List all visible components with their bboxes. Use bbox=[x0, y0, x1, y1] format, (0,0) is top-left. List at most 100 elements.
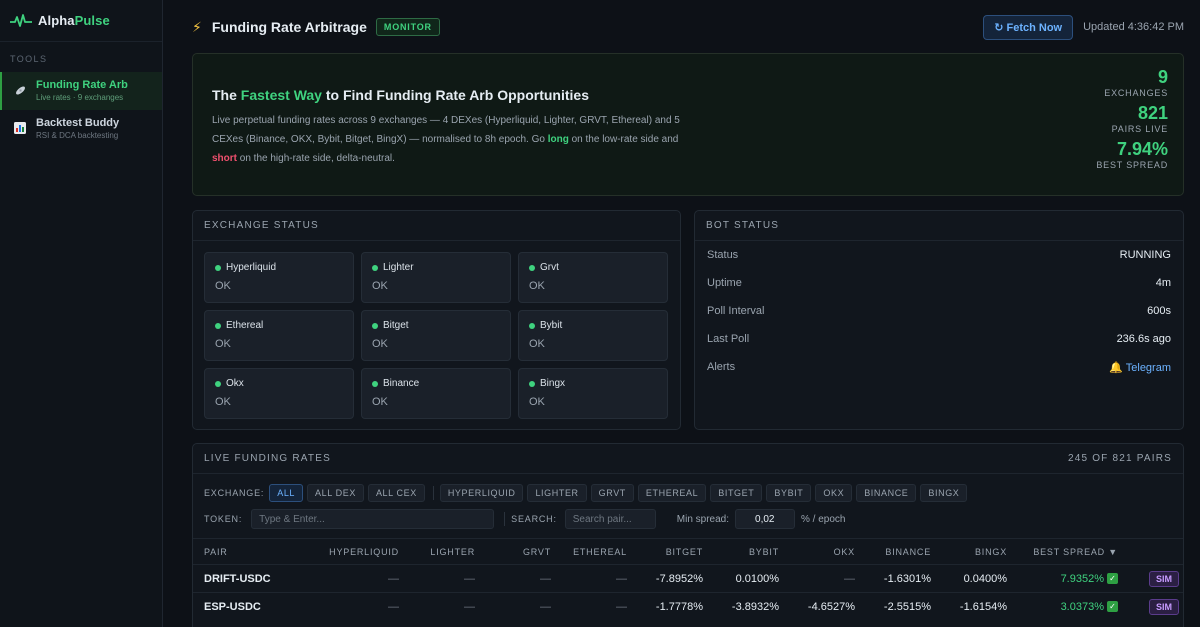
bot-row-status: Status RUNNING bbox=[695, 241, 1183, 269]
funding-rates-table: PAIR HYPERLIQUID LIGHTER GRVT ETHEREAL BITGET… bbox=[193, 538, 1183, 620]
column-header-grvt: GRVT bbox=[522, 546, 551, 557]
sidebar-item-backtest-buddy[interactable]: Backtest Buddy RSI & DCA backtesting bbox=[0, 110, 162, 148]
exchange-name-text: Bybit bbox=[540, 320, 563, 331]
filter-chip-bitget[interactable]: BITGET bbox=[710, 484, 763, 502]
best-spread-cell: 3.0373% ✓ bbox=[1007, 601, 1118, 613]
sim-button[interactable]: SIM bbox=[1148, 570, 1179, 587]
filter-chip-all-cex[interactable]: ALL CEX bbox=[367, 484, 425, 502]
filter-chip-grvt[interactable]: GRVT bbox=[590, 484, 634, 502]
stat-spread-value: 7.94% bbox=[1116, 139, 1168, 159]
hero-description: Live perpetual funding rates across 9 ex… bbox=[212, 115, 680, 164]
rate-cell: — bbox=[844, 572, 855, 585]
rate-cell: -1.6301% bbox=[883, 572, 931, 585]
table-row[interactable]: DRIFT-USDC — — — — -7.8952% 0.0100% — -1.6301% 0.… bbox=[193, 564, 1183, 592]
exchange-filter-label: EXCHANGE: bbox=[204, 488, 265, 498]
stat-pairs-label: PAIRS LIVE bbox=[1111, 124, 1168, 134]
stat-exchanges-value: 9 bbox=[1157, 67, 1168, 87]
search-filter-row: TOKEN: Type & Enter... SEARCH: Search pa… bbox=[204, 509, 846, 529]
rate-cell: 0.0100% bbox=[735, 572, 779, 585]
min-spread-input[interactable]: 0,02 bbox=[735, 509, 796, 529]
stat-spread-label: BEST SPREAD bbox=[1096, 160, 1168, 170]
bot-row-poll-interval: Poll Interval 600s bbox=[695, 297, 1183, 325]
column-header-bitget: BITGET bbox=[665, 546, 703, 557]
column-header-hyperliquid: HYPERLIQUID bbox=[329, 546, 399, 557]
exchange-status-text: OK bbox=[372, 396, 388, 408]
bot-status-rows: Status RUNNING Uptime 4m Poll Interval 600s La… bbox=[695, 241, 1183, 381]
exchange-grid: Hyperliquid OK Lighter OK Grvt OK Ethereal OK Bi… bbox=[204, 252, 668, 419]
lightning-icon: ⚡ bbox=[192, 18, 202, 35]
hero-banner: The Fastest Way to Find Funding Rate Arb… bbox=[192, 53, 1184, 196]
token-input[interactable]: Type & Enter... bbox=[251, 509, 495, 529]
divider bbox=[504, 512, 506, 526]
filter-chip-bingx[interactable]: BINGX bbox=[920, 484, 968, 502]
exchange-name: Bybit bbox=[529, 320, 657, 331]
topbar: ⚡ Funding Rate Arbitrage MONITOR ↻ Fetch… bbox=[164, 0, 1200, 54]
column-header-bingx: BINGX bbox=[974, 546, 1007, 557]
exchange-name: Bitget bbox=[372, 320, 500, 331]
table-body: DRIFT-USDC — — — — -7.8952% 0.0100% — -1.6301% 0.… bbox=[193, 564, 1183, 620]
bot-row-uptime: Uptime 4m bbox=[695, 269, 1183, 297]
bot-row-key: Alerts bbox=[707, 361, 736, 373]
column-header-okx: OKX bbox=[833, 546, 855, 557]
status-dot-icon bbox=[372, 264, 378, 271]
filter-chip-hyperliquid[interactable]: HYPERLIQUID bbox=[439, 484, 524, 502]
brand[interactable]: AlphaPulse bbox=[0, 0, 162, 42]
column-header-bybit: BYBIT bbox=[748, 546, 779, 557]
bot-row-key: Last Poll bbox=[707, 333, 750, 345]
bot-row-value[interactable]: 🔔 Telegram bbox=[1109, 361, 1171, 374]
filter-chip-ethereal[interactable]: ETHEREAL bbox=[637, 484, 707, 502]
filter-chip-lighter[interactable]: LIGHTER bbox=[527, 484, 587, 502]
status-dot-icon bbox=[372, 322, 378, 329]
panel-title: EXCHANGE STATUS bbox=[193, 211, 680, 241]
rate-cell: — bbox=[464, 572, 475, 585]
filter-chip-all-dex[interactable]: ALL DEX bbox=[307, 484, 364, 502]
sim-cell: SIM bbox=[1118, 598, 1182, 615]
search-input[interactable]: Search pair... bbox=[564, 509, 656, 529]
checkmark-icon: ✓ bbox=[1107, 601, 1118, 613]
bot-row-value: 4m bbox=[1155, 277, 1171, 289]
bot-row-key: Status bbox=[707, 249, 739, 261]
column-header-best-spread[interactable]: BEST SPREAD ▼ bbox=[1007, 547, 1118, 557]
rate-cell: — bbox=[540, 600, 551, 613]
exchange-card-ethereal: Ethereal OK bbox=[204, 310, 354, 361]
bot-row-last-poll: Last Poll 236.6s ago bbox=[695, 325, 1183, 353]
status-dot-icon bbox=[215, 264, 221, 271]
sidebar: AlphaPulse TOOLS Funding Rate Arb Live r… bbox=[0, 0, 163, 627]
sidebar-item-subtitle: RSI & DCA backtesting bbox=[36, 131, 119, 140]
status-dot-icon bbox=[372, 380, 378, 387]
exchange-status-text: OK bbox=[215, 396, 231, 408]
page-title: Funding Rate Arbitrage bbox=[211, 19, 367, 35]
exchange-status-panel: EXCHANGE STATUS Hyperliquid OK Lighter OK Gr… bbox=[192, 210, 681, 430]
status-dot-icon bbox=[215, 380, 221, 387]
sidebar-item-funding-rate-arb[interactable]: Funding Rate Arb Live rates · 9 exchange… bbox=[0, 72, 162, 110]
filter-chip-bybit[interactable]: BYBIT bbox=[766, 484, 812, 502]
filter-chip-binance[interactable]: BINANCE bbox=[856, 484, 917, 502]
rate-cell: 0.0400% bbox=[963, 572, 1007, 585]
checkmark-icon: ✓ bbox=[1107, 573, 1118, 585]
sidebar-item-title: Funding Rate Arb bbox=[36, 79, 128, 91]
exchange-name: Lighter bbox=[372, 262, 500, 273]
rate-cell: — bbox=[616, 600, 627, 613]
bot-status-panel: BOT STATUS Status RUNNING Uptime 4m Poll Int… bbox=[694, 210, 1184, 430]
filter-chip-all[interactable]: ALL bbox=[269, 484, 304, 502]
best-spread-cell: 7.9352% ✓ bbox=[1007, 573, 1118, 585]
rate-cell: -7.8952% bbox=[655, 572, 703, 585]
pair-name: ESP-USDC bbox=[204, 600, 261, 613]
fetch-now-button[interactable]: ↻ Fetch Now bbox=[983, 14, 1074, 40]
panel-title: LIVE FUNDING RATES bbox=[204, 453, 331, 464]
exchange-name-text: Hyperliquid bbox=[226, 262, 277, 273]
sim-button[interactable]: SIM bbox=[1148, 598, 1179, 615]
min-spread-label: Min spread: bbox=[676, 513, 730, 525]
exchange-card-hyperliquid: Hyperliquid OK bbox=[204, 252, 354, 303]
bot-row-key: Poll Interval bbox=[707, 305, 765, 317]
exchange-name: Hyperliquid bbox=[215, 262, 343, 273]
filter-chip-okx[interactable]: OKX bbox=[815, 484, 853, 502]
pulse-logo-icon bbox=[10, 13, 32, 27]
pair-name: DRIFT-USDC bbox=[204, 572, 271, 585]
pairs-count: 245 OF 821 PAIRS bbox=[1067, 453, 1172, 464]
sidebar-item-title: Backtest Buddy bbox=[36, 117, 120, 129]
table-row[interactable]: ESP-USDC — — — — -1.7778% -3.8932% -4.6527% -2.5… bbox=[193, 592, 1183, 620]
sidebar-item-subtitle: Live rates · 9 exchanges bbox=[36, 93, 124, 102]
bot-row-value: RUNNING bbox=[1119, 249, 1171, 261]
exchange-card-okx: Okx OK bbox=[204, 368, 354, 419]
